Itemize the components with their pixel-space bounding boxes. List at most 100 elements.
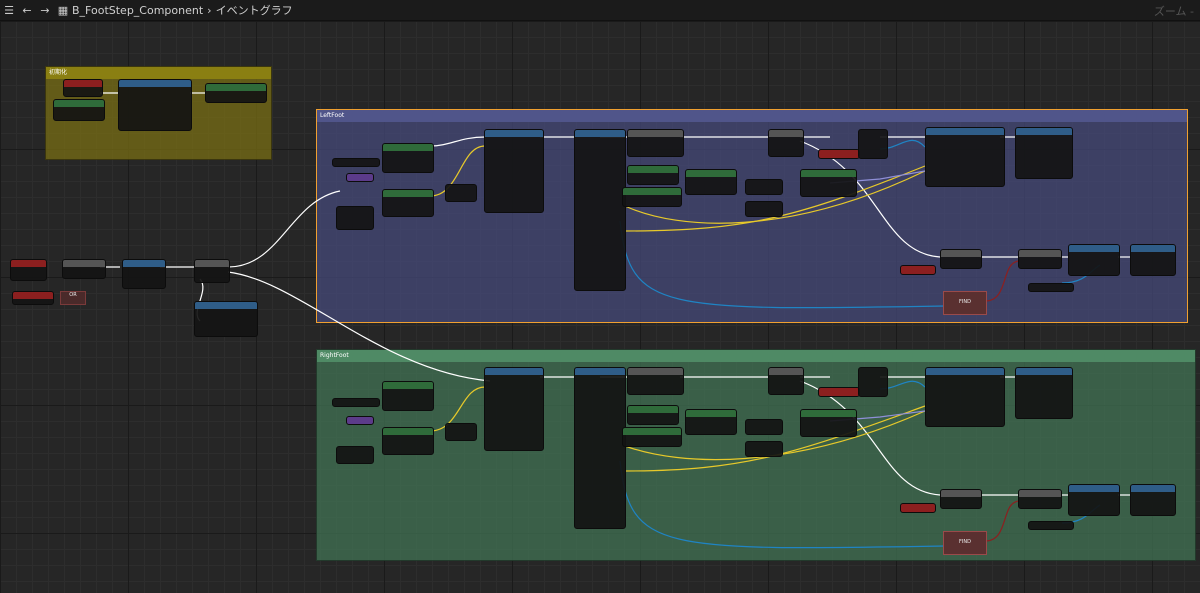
node-right-vec-b[interactable] bbox=[745, 441, 783, 457]
node-header bbox=[686, 410, 736, 417]
node-right-target-mesh[interactable] bbox=[332, 398, 380, 407]
node-right-make-vector[interactable] bbox=[382, 427, 434, 455]
node-header bbox=[628, 368, 683, 375]
node-header bbox=[1069, 485, 1119, 492]
node-right-play[interactable] bbox=[1130, 484, 1176, 516]
node-left-get-surface[interactable] bbox=[627, 165, 679, 185]
node-left-doonce[interactable] bbox=[627, 129, 684, 157]
node-add-audio-component[interactable] bbox=[118, 79, 192, 131]
node-right-set-params[interactable] bbox=[1015, 367, 1073, 419]
forward-arrow-icon[interactable]: → bbox=[36, 0, 54, 20]
node-right-branch4[interactable] bbox=[1018, 489, 1062, 509]
node-left-set-params[interactable] bbox=[1015, 127, 1073, 179]
node-right-get-socket[interactable] bbox=[382, 381, 434, 411]
node-header bbox=[383, 428, 433, 435]
exec-wire bbox=[227, 271, 491, 382]
node-right-audio-ref[interactable] bbox=[1028, 521, 1074, 530]
node-right-select[interactable] bbox=[858, 367, 888, 397]
node-header bbox=[383, 144, 433, 151]
node-header bbox=[485, 130, 543, 137]
node-header bbox=[54, 100, 104, 107]
node-left-find[interactable]: FIND bbox=[943, 291, 987, 315]
zoom-label: ズーム - bbox=[1153, 5, 1194, 18]
node-header bbox=[11, 260, 46, 267]
node-right-trace-length[interactable] bbox=[336, 446, 374, 464]
node-print-string[interactable] bbox=[194, 301, 258, 337]
node-right-branch3[interactable] bbox=[940, 489, 982, 509]
node-right-get-actor[interactable] bbox=[622, 427, 682, 447]
node-right-socket-name[interactable] bbox=[346, 416, 374, 425]
node-right-set-bool[interactable] bbox=[818, 387, 860, 397]
node-left-get-actor[interactable] bbox=[622, 187, 682, 207]
node-get-owner[interactable] bbox=[53, 99, 105, 121]
node-left-trace-length[interactable] bbox=[336, 206, 374, 230]
exec-wire bbox=[227, 190, 341, 268]
node-left-spawn-sound[interactable] bbox=[925, 127, 1005, 187]
node-header bbox=[801, 170, 856, 177]
node-left-vec-b[interactable] bbox=[745, 201, 783, 217]
node-left-set-pitch[interactable] bbox=[1068, 244, 1120, 276]
node-left-break-hit[interactable] bbox=[574, 129, 626, 291]
node-header bbox=[941, 490, 981, 497]
menu-icon[interactable]: ☰ bbox=[0, 0, 18, 20]
node-right-find[interactable]: FIND bbox=[943, 531, 987, 555]
node-right-add[interactable] bbox=[445, 423, 477, 441]
node-header bbox=[63, 260, 105, 267]
node-left-branch2[interactable] bbox=[768, 129, 804, 157]
graph-toolbar: ☰ ← → ▦ B_FootStep_Component › イベントグラフ ズ… bbox=[0, 0, 1200, 21]
node-cast[interactable] bbox=[122, 259, 166, 289]
graph-canvas[interactable]: 初期化 LeftFoot RightFoot OR FIND FIND bbox=[0, 21, 1200, 593]
node-header bbox=[485, 368, 543, 375]
node-right-rotation[interactable] bbox=[685, 409, 737, 435]
node-left-set-bool[interactable] bbox=[818, 149, 860, 159]
node-left-select[interactable] bbox=[858, 129, 888, 159]
node-header bbox=[941, 250, 981, 257]
node-set-audio[interactable] bbox=[205, 83, 267, 103]
node-or[interactable]: OR bbox=[60, 291, 86, 305]
node-left-vec-a[interactable] bbox=[745, 179, 783, 195]
back-arrow-icon[interactable]: ← bbox=[18, 0, 36, 20]
or-label: OR bbox=[69, 292, 77, 298]
node-left-audio-ref[interactable] bbox=[1028, 283, 1074, 292]
node-left-branch4[interactable] bbox=[1018, 249, 1062, 269]
node-left-branch3[interactable] bbox=[940, 249, 982, 269]
node-header bbox=[13, 292, 53, 299]
node-right-spawn-sound[interactable] bbox=[925, 367, 1005, 427]
node-header bbox=[575, 130, 625, 137]
node-right-get-surface[interactable] bbox=[627, 405, 679, 425]
node-header bbox=[628, 166, 678, 173]
node-left-add[interactable] bbox=[445, 184, 477, 202]
node-header bbox=[383, 190, 433, 197]
node-right-vec-a[interactable] bbox=[745, 419, 783, 435]
node-right-branch2[interactable] bbox=[768, 367, 804, 395]
node-left-target-mesh[interactable] bbox=[332, 158, 380, 167]
node-header bbox=[64, 80, 102, 87]
node-left-play[interactable] bbox=[1130, 244, 1176, 276]
node-right-line-trace[interactable] bbox=[484, 367, 544, 451]
breadcrumb-blueprint[interactable]: B_FootStep_Component bbox=[72, 4, 203, 17]
node-left-socket-name[interactable] bbox=[346, 173, 374, 182]
node-branch[interactable] bbox=[62, 259, 106, 279]
node-sequence[interactable] bbox=[194, 259, 230, 283]
node-event-tick[interactable] bbox=[10, 259, 47, 281]
node-header bbox=[769, 130, 803, 137]
breadcrumb-graph[interactable]: イベントグラフ bbox=[216, 2, 293, 18]
node-right-break-hit[interactable] bbox=[574, 367, 626, 529]
node-header bbox=[1069, 245, 1119, 252]
node-left-make-rotator[interactable] bbox=[800, 169, 857, 197]
node-left-enable-bool[interactable] bbox=[900, 265, 936, 275]
node-header bbox=[195, 302, 257, 309]
node-left-line-trace[interactable] bbox=[484, 129, 544, 213]
node-header bbox=[123, 260, 165, 267]
node-right-enable-bool[interactable] bbox=[900, 503, 936, 513]
node-left-make-vector[interactable] bbox=[382, 189, 434, 217]
node-left-get-socket[interactable] bbox=[382, 143, 434, 173]
breadcrumb-separator: › bbox=[207, 3, 212, 17]
node-right-doonce[interactable] bbox=[627, 367, 684, 395]
node-right-make-rotator[interactable] bbox=[800, 409, 857, 437]
node-header bbox=[575, 368, 625, 375]
node-or-bool[interactable] bbox=[12, 291, 54, 305]
node-left-rotation[interactable] bbox=[685, 169, 737, 195]
node-right-set-pitch[interactable] bbox=[1068, 484, 1120, 516]
node-event-begin-play[interactable] bbox=[63, 79, 103, 97]
